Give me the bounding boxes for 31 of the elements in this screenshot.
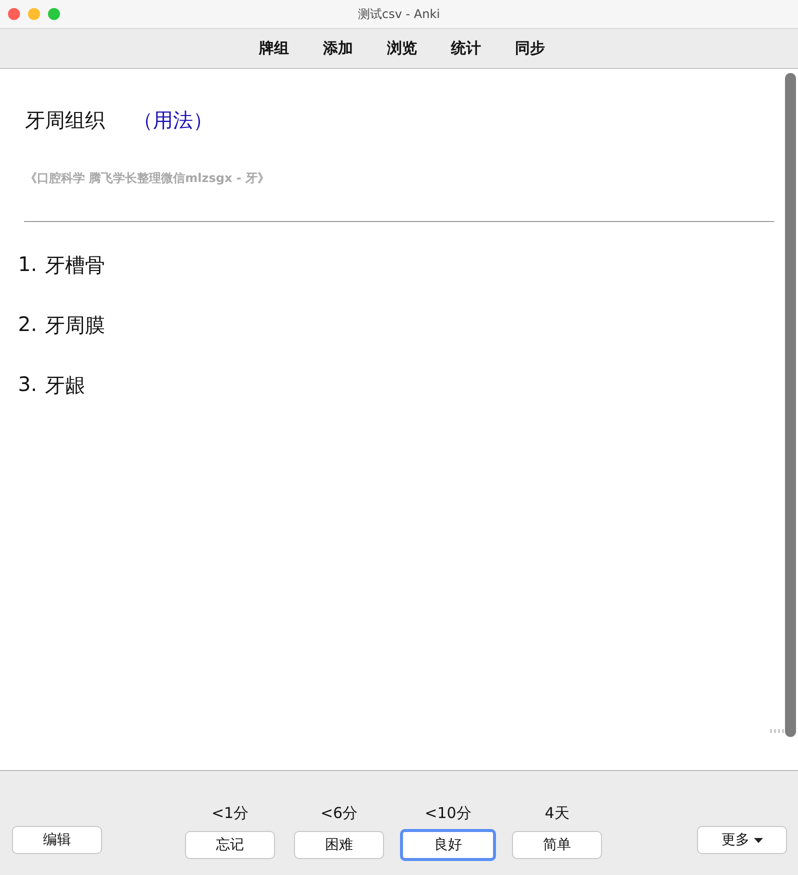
source-text: 《口腔科学 腾飞学长整理微信mlzsgx - 牙》	[24, 170, 271, 187]
answer-text: 牙周膜	[45, 312, 106, 339]
caret-icon	[754, 838, 762, 842]
answer-button[interactable]: 简单	[512, 831, 602, 859]
close-button[interactable]	[8, 8, 20, 20]
minimize-button[interactable]	[28, 8, 40, 20]
window-title: 测试csv - Anki	[358, 6, 440, 22]
interval-text: 4天	[544, 804, 570, 823]
hint-text: （用法）	[133, 107, 213, 134]
toolbar-link[interactable]: 添加	[323, 39, 353, 58]
toolbar-link[interactable]: 牌组	[259, 39, 289, 58]
list-number: 2.	[18, 312, 38, 338]
scrollbar[interactable]	[785, 73, 796, 737]
answer-text: 牙槽骨	[45, 252, 106, 279]
answer-text: 牙龈	[45, 372, 86, 399]
list-number: 3.	[18, 372, 38, 398]
more-button[interactable]: 更多	[697, 826, 787, 854]
interval-text: <10分	[424, 804, 472, 823]
edit-button[interactable]: 编辑	[12, 826, 102, 854]
answer-button[interactable]: 忘记	[185, 831, 275, 859]
list-number: 1.	[18, 252, 38, 278]
zoom-button[interactable]	[48, 8, 60, 20]
answer-button[interactable]: 良好	[400, 829, 496, 861]
toolbar-link[interactable]: 统计	[451, 39, 481, 58]
resize-grip-icon	[770, 729, 786, 733]
interval-text: <1分	[211, 804, 249, 823]
answer-button[interactable]: 困难	[294, 831, 384, 859]
toolbar-link[interactable]: 同步	[515, 39, 545, 58]
toolbar-link[interactable]: 浏览	[387, 39, 417, 58]
interval-text: <6分	[320, 804, 358, 823]
question-text: 牙周组织	[25, 107, 105, 134]
